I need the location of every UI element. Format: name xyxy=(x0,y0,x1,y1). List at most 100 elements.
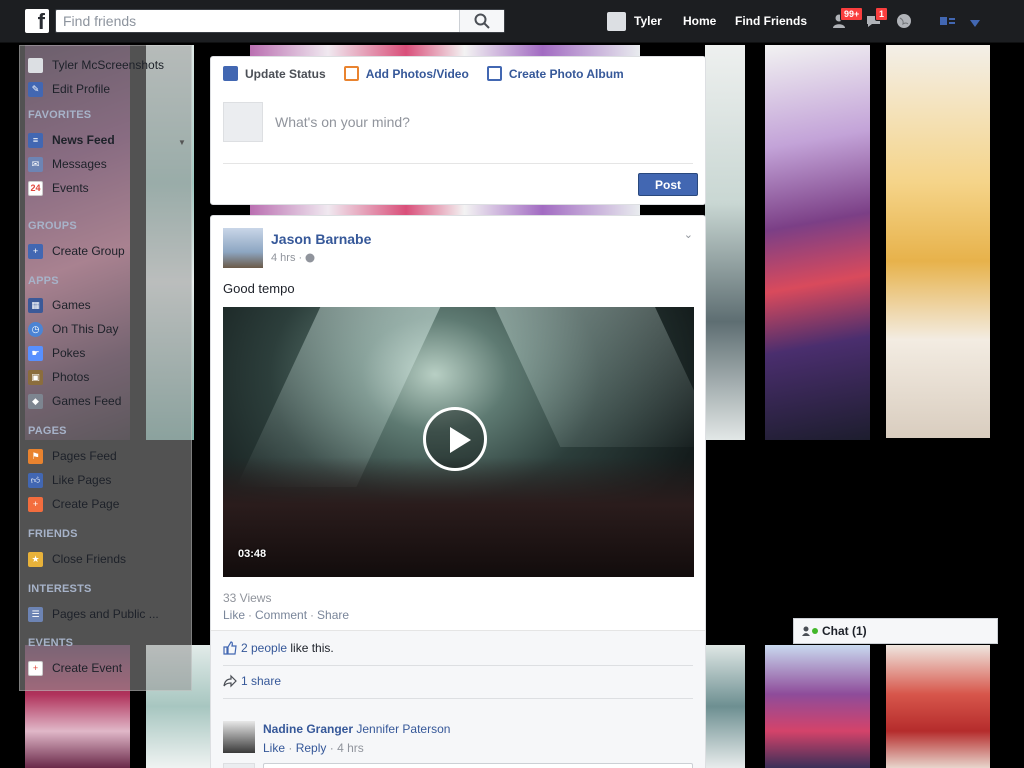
shares-link[interactable]: 1 share xyxy=(241,674,281,688)
search-icon xyxy=(474,13,490,29)
shares-summary[interactable]: 1 share xyxy=(223,674,281,688)
comment-button[interactable]: Comment xyxy=(255,608,307,622)
share-button[interactable]: Share xyxy=(317,608,349,622)
sidebar-heading-interests[interactable]: INTERESTS xyxy=(28,583,92,595)
likes-summary: 2 people like this. xyxy=(223,641,334,655)
video-duration: 03:48 xyxy=(238,548,267,560)
messages-button[interactable]: 1 xyxy=(865,7,889,30)
sidebar-item-label: Like Pages xyxy=(52,473,112,487)
author-avatar[interactable] xyxy=(223,228,263,268)
like-button[interactable]: Like xyxy=(223,608,245,622)
feed-list-icon: ☰ xyxy=(28,606,43,622)
sidebar-item-like-pages[interactable]: 👍︎ Like Pages xyxy=(28,471,111,489)
friend-requests-button[interactable]: 99+ xyxy=(832,7,864,30)
chevron-down-icon[interactable]: ⌄ xyxy=(684,228,693,241)
profile-link[interactable]: Tyler xyxy=(607,11,662,31)
sidebar-item-label: Close Friends xyxy=(52,552,127,566)
comment-actions: Like · Reply · 4 hrs xyxy=(263,741,364,755)
sidebar-item-news-feed[interactable]: ≡ News Feed xyxy=(28,131,115,149)
globe-icon[interactable] xyxy=(305,253,315,263)
sidebar-item-close-friends[interactable]: ★ Close Friends xyxy=(28,550,126,568)
sidebar-heading-groups[interactable]: GROUPS xyxy=(28,220,77,232)
caret-down-icon xyxy=(970,20,980,27)
sidebar-item-games-feed[interactable]: ◆ Games Feed xyxy=(28,392,121,410)
video-player[interactable]: 03:48 xyxy=(223,307,694,577)
sidebar-item-pages-public[interactable]: ☰ Pages and Public ... xyxy=(28,605,159,623)
sidebar-item-create-event[interactable]: + Create Event xyxy=(28,659,122,677)
plus-icon: + xyxy=(28,496,43,512)
sidebar-heading-events[interactable]: EVENTS xyxy=(28,637,73,649)
sidebar-item-label: Create Group xyxy=(52,244,125,258)
feedback-section: 2 people like this. 1 share Nadine Grang… xyxy=(211,630,705,768)
account-menu-button[interactable] xyxy=(970,17,988,35)
thumbs-up-icon: 👍︎ xyxy=(28,472,43,488)
post-button[interactable]: Post xyxy=(638,173,698,196)
comment-reply-button[interactable]: Reply xyxy=(296,741,327,755)
sidebar-item-profile[interactable]: Tyler McScreenshots xyxy=(28,56,164,74)
top-navigation-bar: f Tyler Home Find Friends 99+ 1 xyxy=(0,0,1024,43)
story-meta: 4 hrs · xyxy=(271,252,315,264)
calendar-icon: 24 xyxy=(28,180,43,196)
find-friends-link[interactable]: Find Friends xyxy=(735,14,807,28)
sidebar-item-label: Photos xyxy=(52,370,90,384)
comment-timestamp[interactable]: 4 hrs xyxy=(337,741,364,755)
sidebar-item-create-group[interactable]: + Create Group xyxy=(28,242,125,260)
chevron-down-icon[interactable]: ▼ xyxy=(178,138,186,147)
sidebar-heading-favorites[interactable]: FAVORITES xyxy=(28,109,91,121)
story-text: Good tempo xyxy=(223,281,295,296)
sidebar-item-games[interactable]: ▦ Games xyxy=(28,296,91,314)
avatar xyxy=(223,102,263,142)
sidebar-item-create-page[interactable]: + Create Page xyxy=(28,495,119,513)
avatar xyxy=(28,57,43,73)
left-navigation-sidebar: Tyler McScreenshots ✎ Edit Profile FAVOR… xyxy=(19,45,192,691)
play-icon[interactable] xyxy=(423,407,487,471)
status-input[interactable]: What's on your mind? xyxy=(275,114,410,130)
chat-sidebar-toggle[interactable]: Chat (1) xyxy=(793,618,998,644)
status-composer: Update Status Add Photos/Video Create Ph… xyxy=(210,56,706,205)
wallpaper-tile xyxy=(765,645,870,768)
sidebar-item-on-this-day[interactable]: ◷ On This Day xyxy=(28,320,118,338)
comment-input[interactable] xyxy=(264,764,624,768)
plus-icon: + xyxy=(28,660,43,676)
sidebar-item-events[interactable]: 24 Events xyxy=(28,179,89,197)
privacy-shortcuts-button[interactable] xyxy=(940,15,958,33)
person-icon xyxy=(802,626,810,636)
sidebar-item-photos[interactable]: ▣ Photos xyxy=(28,368,89,386)
gamepad-icon: ◆ xyxy=(28,393,43,409)
sidebar-item-label: Pages and Public ... xyxy=(52,607,159,621)
comment-text-tag[interactable]: Jennifer Paterson xyxy=(356,722,450,736)
sidebar-item-edit-profile[interactable]: ✎ Edit Profile xyxy=(28,80,110,98)
separator-dot: · xyxy=(310,608,315,622)
story-actions: Like · Comment · Share xyxy=(223,608,349,622)
thumbs-up-icon xyxy=(223,641,237,655)
story-author-link[interactable]: Jason Barnabe xyxy=(271,231,371,247)
commenter-avatar[interactable] xyxy=(223,721,255,753)
comment-body: Nadine Granger Jennifer Paterson xyxy=(263,722,450,736)
comment-like-button[interactable]: Like xyxy=(263,741,285,755)
sidebar-item-messages[interactable]: ✉ Messages xyxy=(28,155,107,173)
tab-create-photo-album[interactable]: Create Photo Album xyxy=(486,66,624,81)
sidebar-item-pages-feed[interactable]: ⚑ Pages Feed xyxy=(28,447,117,465)
stage-shadow xyxy=(223,457,694,577)
poke-hand-icon: ☛ xyxy=(28,345,43,361)
tab-label: Add Photos/Video xyxy=(365,66,469,81)
sidebar-heading-pages[interactable]: PAGES xyxy=(28,425,67,437)
games-icon: ▦ xyxy=(28,297,43,313)
star-icon: ★ xyxy=(28,551,43,567)
sidebar-heading-friends[interactable]: FRIENDS xyxy=(28,528,78,540)
story-timestamp[interactable]: 4 hrs xyxy=(271,252,295,264)
avatar xyxy=(223,763,255,768)
likers-link[interactable]: 2 people xyxy=(241,641,287,655)
search-button[interactable] xyxy=(459,10,504,32)
tab-add-photos-video[interactable]: Add Photos/Video xyxy=(343,66,469,81)
sidebar-item-label: Create Event xyxy=(52,661,123,675)
home-link[interactable]: Home xyxy=(683,14,716,28)
notifications-button[interactable] xyxy=(895,12,913,30)
comment-author-link[interactable]: Nadine Granger xyxy=(263,722,353,736)
tab-update-status[interactable]: Update Status xyxy=(223,66,326,81)
sidebar-item-pokes[interactable]: ☛ Pokes xyxy=(28,344,85,362)
facebook-logo-icon[interactable]: f xyxy=(25,9,49,33)
sidebar-heading-apps[interactable]: APPS xyxy=(28,275,59,287)
sidebar-item-label: On This Day xyxy=(52,322,119,336)
search-input[interactable] xyxy=(56,10,456,32)
